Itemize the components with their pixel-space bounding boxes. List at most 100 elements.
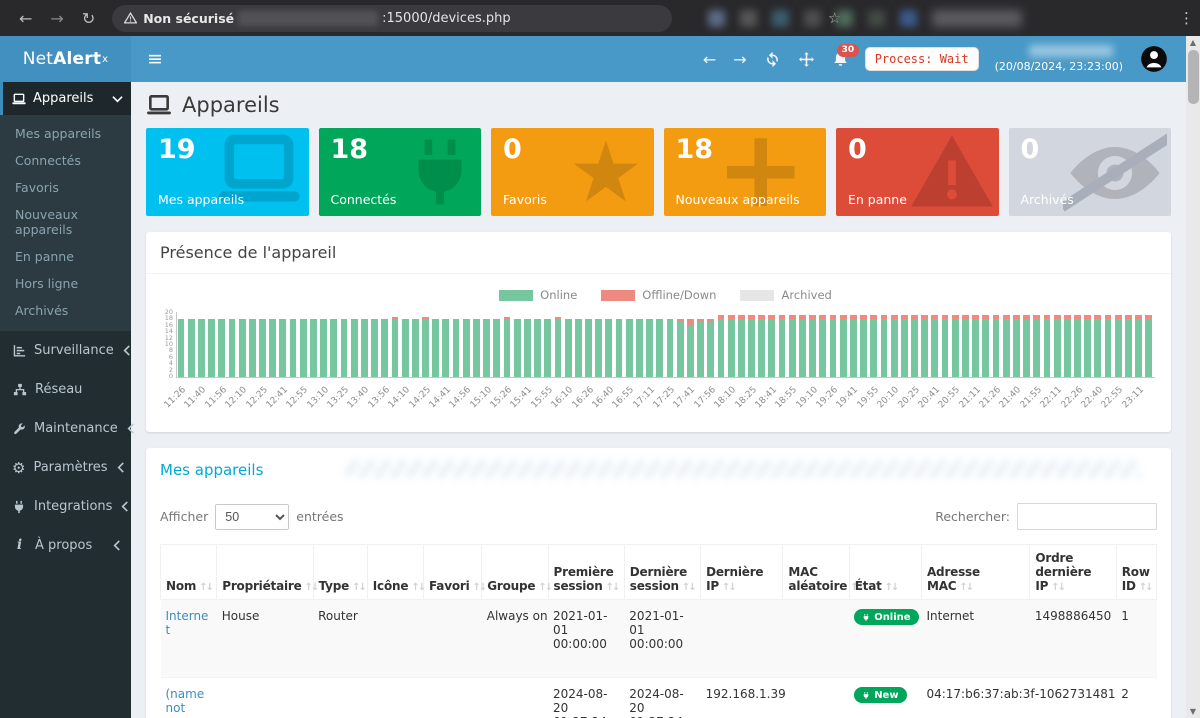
- sidebar-item-favoris[interactable]: Favoris: [0, 174, 131, 201]
- address-bar[interactable]: Non sécurisé :15000/devices.php: [112, 5, 672, 32]
- chart-bar: [208, 319, 215, 378]
- chart-bar: [1033, 315, 1040, 377]
- chart-bar: [830, 315, 837, 377]
- page-length-select[interactable]: 50: [215, 504, 289, 530]
- extension-icon[interactable]: [772, 10, 789, 27]
- col-type[interactable]: Type↑↓: [313, 545, 367, 600]
- col-icone[interactable]: Icône↑↓: [367, 545, 423, 600]
- extension-icon[interactable]: [900, 10, 917, 27]
- chart-bar: [1054, 315, 1061, 377]
- chart-bar: [1094, 315, 1101, 377]
- sidebar-item-surveillance[interactable]: Surveillance: [0, 331, 131, 370]
- extension-icon[interactable]: [836, 10, 853, 27]
- col-derniere-ip[interactable]: Dernière IP↑↓: [701, 545, 783, 600]
- device-link[interactable]: (name not: [166, 687, 205, 715]
- nav-forward-icon[interactable]: →: [733, 50, 746, 69]
- chart-bar: [870, 315, 877, 377]
- sidebar-item-a-propos[interactable]: i À propos: [0, 526, 131, 565]
- extensions-row[interactable]: [708, 10, 1022, 27]
- chart-bar: [768, 315, 775, 377]
- chart-y-axis: 20181614121086420: [162, 309, 173, 379]
- chart-bar: [881, 315, 888, 377]
- col-derniere-session[interactable]: Dernière session↑↓: [624, 545, 700, 600]
- col-nom[interactable]: Nom↑↓: [161, 545, 217, 600]
- search-input[interactable]: [1017, 503, 1157, 530]
- col-adresse-mac[interactable]: Adresse MAC↑↓: [921, 545, 1029, 600]
- process-status-badge[interactable]: Process: Wait: [866, 48, 978, 70]
- sidebar-item-label: Surveillance: [34, 343, 114, 358]
- sidebar-item-appareils[interactable]: Appareils: [0, 82, 131, 115]
- sidebar-item-label: Paramètres: [33, 460, 107, 475]
- legend-online[interactable]: Online: [499, 288, 577, 302]
- page-scrollbar[interactable]: ▲ ▼: [1186, 36, 1200, 718]
- card-favoris[interactable]: 0 ★ Favoris: [491, 128, 654, 216]
- scroll-down-icon[interactable]: ▼: [1186, 705, 1200, 718]
- scrollbar-thumb[interactable]: [1188, 50, 1199, 104]
- plug-icon: [862, 691, 870, 700]
- chart-bar: [381, 319, 388, 378]
- card-mes-appareils[interactable]: 19 Mes appareils: [146, 128, 309, 216]
- extension-icon[interactable]: [804, 10, 821, 27]
- plug-icon: [12, 500, 26, 514]
- col-row-id[interactable]: Row ID↑↓: [1116, 545, 1156, 600]
- devices-panel: Mes appareils Afficher 50 entrées Recher…: [146, 448, 1171, 718]
- move-icon[interactable]: [798, 51, 815, 68]
- device-link[interactable]: Internet: [166, 609, 209, 637]
- browser-reload-icon[interactable]: ↻: [82, 9, 95, 28]
- col-ordre-derniere-ip[interactable]: Ordre dernière IP↑↓: [1030, 545, 1116, 600]
- gear-icon: ⚙: [12, 461, 25, 475]
- sidebar-item-parametres[interactable]: ⚙ Paramètres: [0, 448, 131, 487]
- sidebar-item-en-panne[interactable]: En panne: [0, 243, 131, 270]
- extension-icon[interactable]: [740, 10, 757, 27]
- chart-x-axis: 11:2611:4011:5612:1012:2512:4112:5513:10…: [176, 378, 1155, 428]
- card-archives[interactable]: 0 Archivés: [1009, 128, 1172, 216]
- card-connectes[interactable]: 18 Connectés: [319, 128, 482, 216]
- page-title: Appareils: [131, 82, 1186, 125]
- legend-offline-down[interactable]: Offline/Down: [601, 288, 716, 302]
- browser-forward-icon[interactable]: →: [50, 9, 63, 28]
- chart-bar: [493, 319, 500, 378]
- monitoring-icon: [12, 344, 26, 358]
- sidebar-item-nouveaux-appareils[interactable]: Nouveaux appareils: [0, 201, 131, 243]
- notifications-bell-icon[interactable]: 30: [832, 51, 849, 68]
- browser-menu-icon[interactable]: ⋮: [1179, 9, 1194, 27]
- devices-table: Nom↑↓ Propriétaire↑↓ Type↑↓ Icône↑↓ Favo…: [160, 544, 1157, 718]
- card-nouveaux-appareils[interactable]: 18 + Nouveaux appareils: [664, 128, 827, 216]
- card-label: Archivés: [1021, 192, 1074, 207]
- chevron-left-icon: [120, 501, 129, 512]
- card-label: Favoris: [503, 192, 547, 207]
- scroll-up-icon[interactable]: ▲: [1186, 36, 1200, 49]
- sidebar-item-connectes[interactable]: Connectés: [0, 147, 131, 174]
- extension-icon[interactable]: [708, 10, 725, 27]
- app-header: NetAlertx ≡ ← → 30 Process: Wait (20/08/…: [0, 36, 1200, 82]
- sidebar-submenu: Mes appareils Connectés Favoris Nouveaux…: [0, 115, 131, 331]
- sync-icon[interactable]: [764, 51, 781, 68]
- col-groupe[interactable]: Groupe↑↓: [482, 545, 548, 600]
- extension-icon[interactable]: [932, 10, 1022, 27]
- extension-icon[interactable]: [868, 10, 885, 27]
- browser-back-icon[interactable]: ←: [19, 9, 32, 28]
- chart-bar: [626, 319, 633, 378]
- col-etat[interactable]: État↑↓: [849, 545, 921, 600]
- avatar[interactable]: [1140, 45, 1168, 73]
- chart-bar: [1125, 315, 1132, 377]
- nav-back-icon[interactable]: ←: [703, 50, 716, 69]
- sidebar-item-mes-appareils[interactable]: Mes appareils: [0, 120, 131, 147]
- chart-bar: [442, 319, 449, 378]
- col-mac-aleatoire[interactable]: MAC aléatoire↑↓: [783, 545, 849, 600]
- col-proprietaire[interactable]: Propriétaire↑↓: [217, 545, 313, 600]
- chart-bar: [738, 315, 745, 377]
- card-en-panne[interactable]: 0 En panne: [836, 128, 999, 216]
- col-premiere-session[interactable]: Première session↑↓: [548, 545, 624, 600]
- sidebar-item-integrations[interactable]: Integrations: [0, 487, 131, 526]
- sidebar-item-hors-ligne[interactable]: Hors ligne: [0, 270, 131, 297]
- chart-bar: [178, 319, 185, 378]
- sidebar-item-maintenance[interactable]: Maintenance: [0, 409, 131, 448]
- legend-archived[interactable]: Archived: [740, 288, 831, 302]
- hamburger-icon[interactable]: ≡: [147, 48, 163, 70]
- sidebar-item-reseau[interactable]: Réseau: [0, 370, 131, 409]
- col-favori[interactable]: Favori↑↓: [424, 545, 482, 600]
- sidebar-item-archives[interactable]: Archivés: [0, 297, 131, 324]
- chart-bar: [402, 319, 409, 378]
- brand-logo[interactable]: NetAlertx: [0, 36, 131, 82]
